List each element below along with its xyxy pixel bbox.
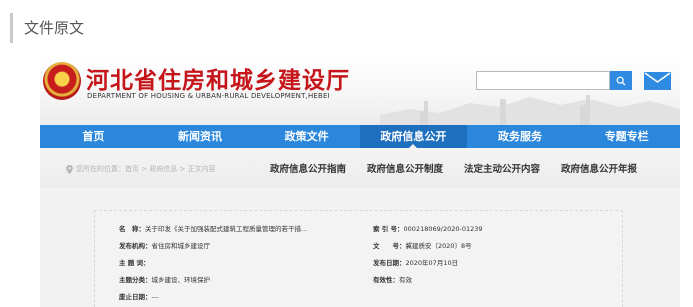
info-publisher-row: 发布机构：省住房和城乡建设厅 (119, 240, 210, 250)
info-publish-date-row: 发布日期：2020年07月10日 (373, 257, 458, 267)
search-input[interactable] (476, 71, 610, 90)
section-title: 文件原文 (10, 13, 84, 43)
location-pin-icon (66, 164, 73, 174)
info-value: 城乡建设、环境保护 (151, 276, 211, 284)
nav-government-services[interactable]: 政务服务 (467, 125, 574, 148)
info-label: 发布日期： (373, 259, 406, 267)
sub-navigation-bar: 您所在的位置：首页 > 政府信息 > 正文内容 政府信息公开指南 政府信息公开制… (40, 148, 680, 188)
national-emblem-icon (43, 62, 81, 100)
info-category-row: 主题分类：城乡建设、环境保护 (119, 274, 210, 284)
info-label: 主 题 词： (119, 259, 150, 267)
nav-news[interactable]: 新闻资讯 (147, 125, 254, 148)
subnav-disclosure-system[interactable]: 政府信息公开制度 (367, 161, 443, 175)
info-label: 索 引 号： (373, 225, 404, 233)
breadcrumb-text: 您所在的位置：首页 > 政府信息 > 正文内容 (76, 165, 216, 173)
info-label: 文 号： (373, 242, 406, 250)
nav-home[interactable]: 首页 (40, 125, 147, 148)
info-disclosure-subnav: 政府信息公开指南 政府信息公开制度 法定主动公开内容 政府信息公开年报 (270, 161, 658, 175)
info-expiry-row: 废止日期：--- (119, 291, 159, 301)
main-nav: 首页 新闻资讯 政策文件 政府信息公开 政务服务 专题专栏 (40, 125, 680, 148)
document-info-table: 名 称：关于印发《关于加强装配式建筑工程质量管理的若干措... 发布机构：省住房… (94, 210, 623, 307)
info-label: 废止日期： (119, 293, 152, 301)
info-value: 冀建质安〔2020〕8号 (405, 242, 472, 250)
info-value: 2020年07月10日 (405, 259, 459, 267)
info-doc-number-row: 文 号：冀建质安〔2020〕8号 (373, 240, 472, 250)
breadcrumb: 您所在的位置：首页 > 政府信息 > 正文内容 (66, 164, 216, 174)
info-index-row: 索 引 号：000218069/2020-01239 (373, 223, 483, 233)
subnav-annual-report[interactable]: 政府信息公开年报 (561, 161, 637, 175)
info-value: 省住房和城乡建设厅 (151, 242, 211, 250)
info-keywords-row: 主 题 词： (119, 257, 150, 267)
search-button[interactable] (610, 71, 632, 90)
site-title: 河北省住房和城乡建设厅 (86, 68, 350, 94)
embedded-page-screenshot: 河北省住房和城乡建设厅 DEPARTMENT OF HOUSING & URBA… (40, 57, 680, 307)
site-subtitle: DEPARTMENT OF HOUSING & URBAN-RURAL DEVE… (87, 92, 330, 100)
site-banner: 河北省住房和城乡建设厅 DEPARTMENT OF HOUSING & URBA… (40, 57, 680, 125)
subnav-mandatory-content[interactable]: 法定主动公开内容 (464, 161, 540, 175)
info-label: 发布机构： (119, 242, 152, 250)
nav-policy-documents[interactable]: 政策文件 (253, 125, 360, 148)
info-name-row: 名 称：关于印发《关于加强装配式建筑工程质量管理的若干措... (119, 223, 307, 233)
search-icon (616, 76, 626, 85)
info-label: 名 称： (119, 225, 145, 233)
subnav-disclosure-guide[interactable]: 政府信息公开指南 (270, 161, 346, 175)
nav-government-info-disclosure[interactable]: 政府信息公开 (360, 125, 467, 148)
info-value: --- (151, 293, 159, 301)
info-label: 主题分类： (119, 276, 152, 284)
info-label: 有效性： (373, 276, 399, 284)
info-validity-row: 有效性：有效 (373, 274, 412, 284)
skyline-decoration (380, 95, 680, 125)
info-value: 有效 (399, 276, 412, 284)
mail-icon[interactable] (644, 72, 671, 90)
nav-special-topics[interactable]: 专题专栏 (573, 125, 680, 148)
info-value: 关于印发《关于加强装配式建筑工程质量管理的若干措... (145, 225, 308, 233)
info-value: 000218069/2020-01239 (403, 225, 483, 233)
